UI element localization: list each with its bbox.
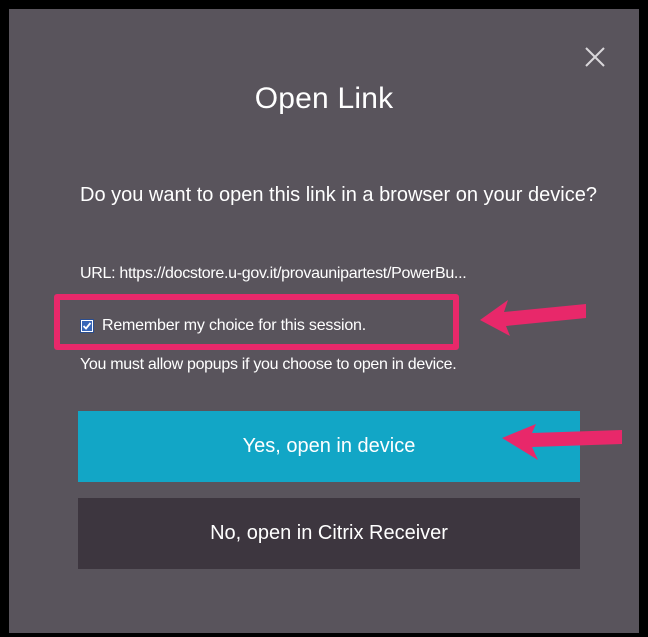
open-in-device-button[interactable]: Yes, open in device [78,411,580,482]
open-in-receiver-label: No, open in Citrix Receiver [210,522,448,544]
open-link-question: Do you want to open this link in a brows… [80,184,597,206]
dialog-title: Open Link [254,82,394,115]
open-in-device-label: Yes, open in device [242,435,416,457]
remember-choice-label: Remember my choice for this session. [102,317,367,334]
popups-note: You must allow popups if you choose to o… [80,356,457,373]
open-in-receiver-button[interactable]: No, open in Citrix Receiver [78,498,580,569]
close-icon[interactable] [582,44,612,74]
checkbox-checked-icon[interactable] [80,319,94,333]
url-text: URL: https://docstore.u-gov.it/provaunip… [80,265,467,282]
remember-choice-checkbox[interactable]: Remember my choice for this session. [80,315,366,337]
